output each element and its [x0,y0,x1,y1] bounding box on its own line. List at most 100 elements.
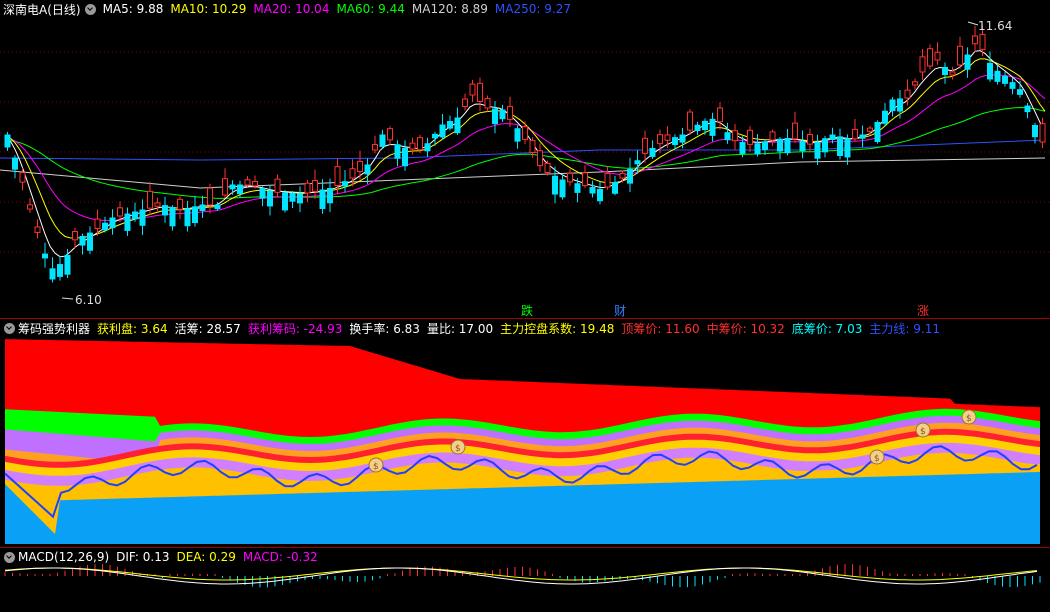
chip-item-9: 主力线: 9.11 [869,321,940,336]
candle-body [477,82,483,103]
settings-dropdown-icon[interactable] [84,3,96,15]
candle-body [829,134,836,140]
candle-body [702,120,708,131]
candle-body [672,137,678,146]
ma-item-2: MA20: 10.04 [253,2,330,16]
ma-item-0: MA5: 9.88 [102,2,164,16]
candle-body [649,148,656,157]
high-arrow [967,21,979,26]
candle-body [987,62,993,80]
macd-title[interactable]: MACD(12,26,9) [18,550,109,564]
candle-body [792,122,798,140]
candle-body [139,209,146,226]
ma-item-3: MA60: 9.44 [336,2,405,16]
chip-panel[interactable]: $ $ $ $ $ 筹码强势利器 获利盘: 3.64 活筹: 28.57 获利筹码: -24… [0,319,1050,547]
candle-body [94,218,101,229]
candle-body [244,179,251,186]
candle-body [627,168,633,184]
candle-body [934,51,941,61]
candle-body [454,117,461,134]
candle-body [874,122,881,142]
kline-panel[interactable]: 深南电A(日线) MA5: 9.88 MA10: 10.29 MA20: 10.04… [0,0,1050,318]
candle-body [27,204,33,210]
kline-chart[interactable] [0,0,1050,318]
candle-body [972,35,978,45]
candle-body [694,124,701,132]
candle-body [439,124,446,138]
candle-body [237,184,243,195]
candle-body [807,133,813,145]
kline-header: 深南电A(日线) MA5: 9.88 MA10: 10.29 MA20: 10.04… [0,0,1050,18]
chip-item-5: 主力控盘系数: 19.48 [500,321,615,336]
candle-body [469,83,476,96]
candle-body [42,253,48,259]
candle-body [889,99,896,112]
coin-bag-label: $ [874,454,880,464]
candle-body [357,160,363,172]
chip-dropdown-icon[interactable] [4,322,15,334]
candle-body [154,202,161,207]
candle-body [552,175,558,195]
candle-body [979,33,986,50]
candle-body [769,131,776,141]
macd-dropdown-icon[interactable] [4,551,15,563]
candle-body [657,134,663,145]
stock-title[interactable]: 深南电A(日线) [3,1,81,18]
candle-body [259,188,266,199]
candle-body [852,128,858,140]
macd-item-1: DEA: 0.29 [176,550,236,564]
candle-body [837,136,843,157]
candle-body [994,70,1001,82]
candle-body [747,129,753,145]
candle-body [739,142,746,154]
candle-body [79,235,86,246]
chip-item-8: 底筹价: 7.03 [791,321,863,336]
candle-body [589,187,596,194]
candle-body [34,226,41,233]
low-price-label: 6.10 [75,293,102,307]
chip-chart[interactable]: $ $ $ $ $ [0,319,1050,547]
low-arrow [61,297,74,300]
macd-panel[interactable]: MACD(12,26,9) DIF: 0.13 DEA: 0.29 MACD: -0… [0,548,1050,612]
macd-header: MACD(12,26,9) DIF: 0.13 DEA: 0.29 MACD: -0… [0,548,1050,566]
candle-body [582,172,588,187]
candle-body [132,211,138,220]
candle-body [387,128,393,141]
candle-body [814,142,821,159]
candle-body [544,162,551,173]
candle-body [319,189,326,209]
candle-body [1009,82,1016,89]
candle-body [57,264,63,277]
candle-body [964,54,971,70]
candle-body [72,230,78,241]
candle-body [447,121,453,129]
coin-bag-label: $ [966,414,972,424]
signal-die: 跌 [521,304,534,318]
candle-body [1032,125,1038,138]
candle-body [507,105,513,120]
candle-body [64,254,71,275]
chip-item-6: 顶筹价: 11.60 [621,321,700,336]
candle-body [612,182,618,194]
candle-body [709,118,716,136]
candle-body [927,48,933,67]
candle-body [372,144,378,151]
candle-body [732,130,738,142]
chip-item-4: 量比: 17.00 [426,321,494,336]
candle-body [522,126,528,140]
ma-item-1: MA10: 10.29 [170,2,247,16]
candle-body [147,190,153,209]
candle-body [184,208,191,227]
candle-body [282,192,288,211]
candle-body [214,204,221,210]
candle-body [537,150,543,167]
candle-body [574,183,581,193]
macd-item-2: MACD: -0.32 [242,550,318,564]
ma120-line [0,157,1046,189]
ma-item-5: MA250: 9.27 [494,2,571,16]
candle-body [424,143,431,152]
candle-body [162,205,168,216]
chip-title[interactable]: 筹码强势利器 [18,320,90,337]
candle-body [334,166,341,187]
candle-body [342,181,348,187]
